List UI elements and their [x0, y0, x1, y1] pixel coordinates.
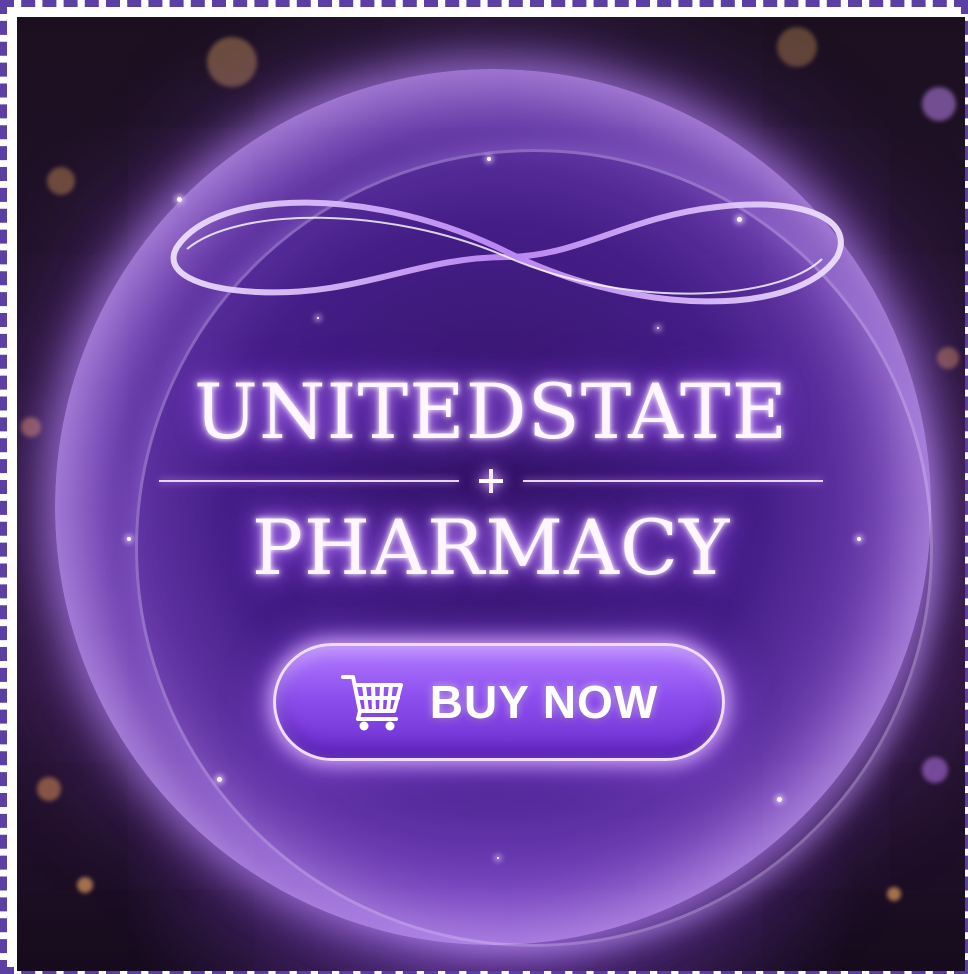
bokeh-light	[37, 777, 61, 801]
sparkle	[487, 157, 491, 161]
bokeh-light	[922, 87, 956, 121]
sparkle	[777, 797, 782, 802]
bokeh-light	[887, 887, 901, 901]
banner-background: UNITEDSTATE PHARMACY BUY NOW	[17, 17, 965, 971]
shopping-cart-icon	[340, 675, 403, 731]
banner-frame: UNITEDSTATE PHARMACY BUY NOW	[0, 0, 968, 974]
bokeh-light	[47, 167, 75, 195]
title-block: UNITEDSTATE PHARMACY	[17, 367, 965, 593]
divider-line-left	[159, 480, 459, 482]
divider-line-right	[523, 480, 823, 482]
sparkle	[657, 327, 659, 329]
bokeh-light	[207, 37, 257, 87]
buy-now-button[interactable]: BUY NOW	[273, 643, 725, 761]
plus-icon	[479, 469, 503, 493]
buy-now-label: BUY NOW	[429, 676, 659, 728]
infinity-ribbon	[170, 199, 844, 305]
bokeh-light	[922, 757, 948, 783]
bokeh-light	[937, 347, 959, 369]
sparkle	[497, 857, 499, 859]
bokeh-light	[77, 877, 93, 893]
title-pharmacy: PHARMACY	[251, 503, 731, 592]
bokeh-light	[777, 27, 817, 67]
title-divider	[159, 469, 823, 493]
sparkle	[217, 777, 222, 782]
title-unitedstate: UNITEDSTATE	[193, 367, 789, 456]
